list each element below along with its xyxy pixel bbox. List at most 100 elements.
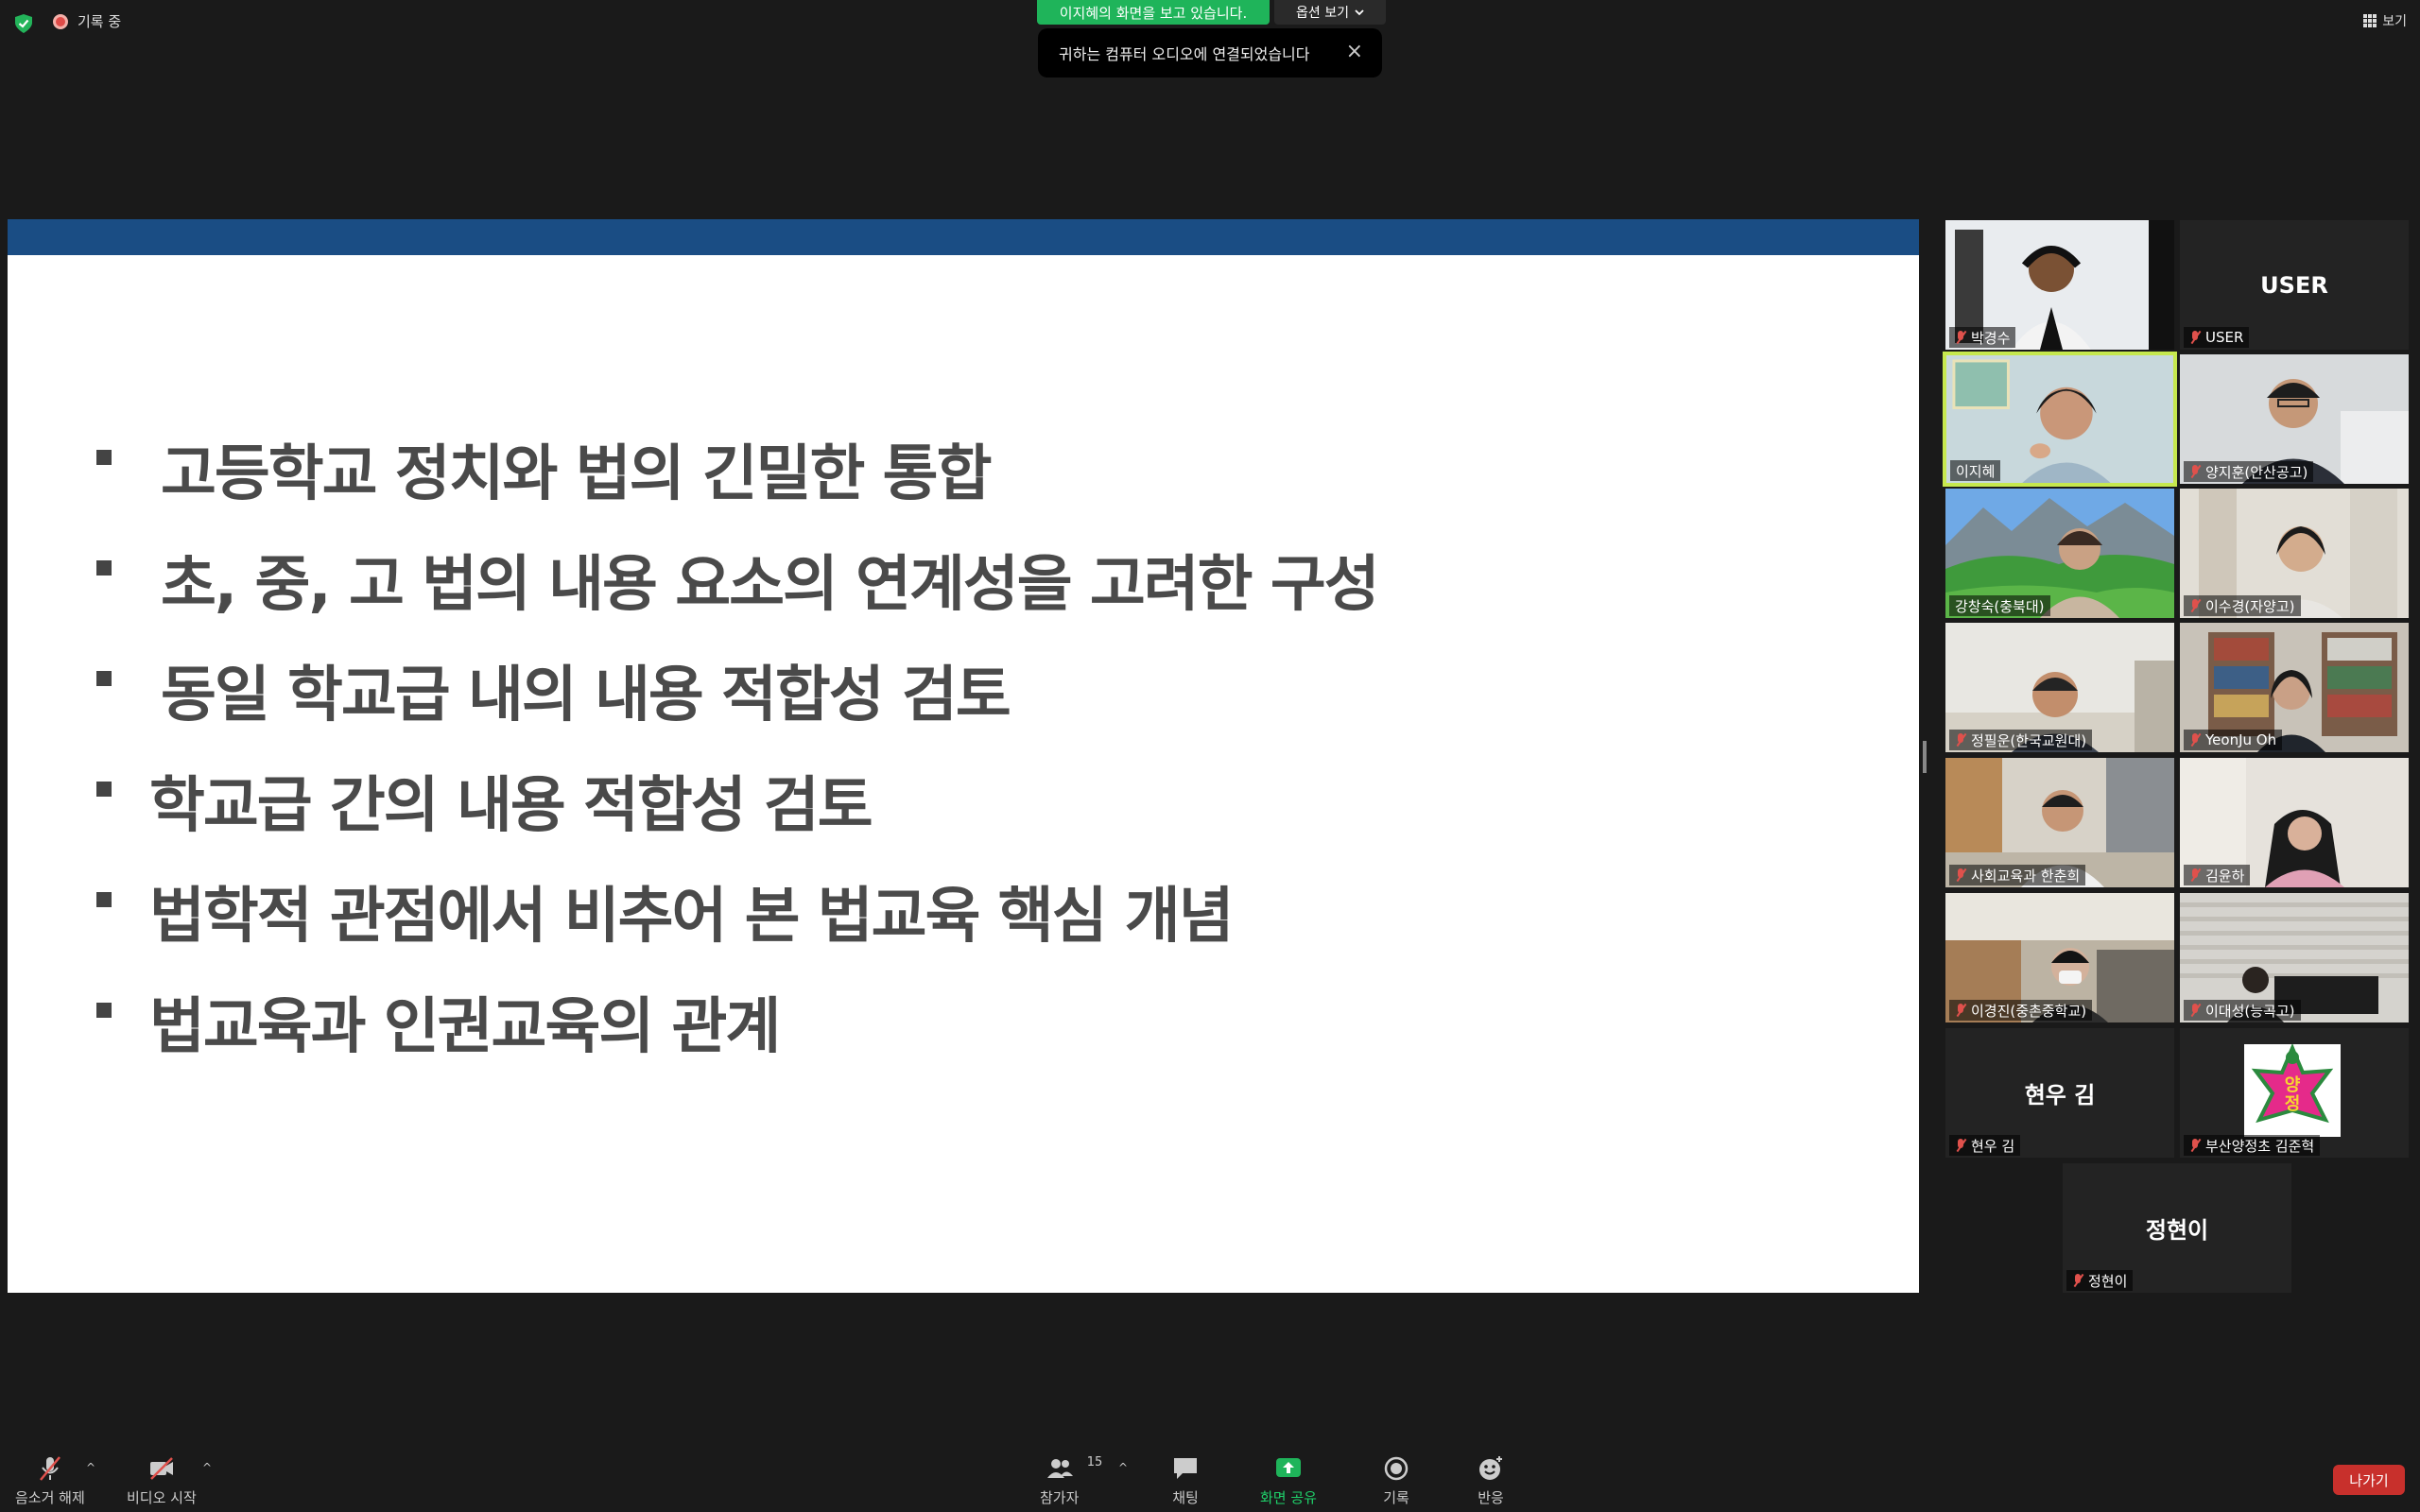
participant-tile[interactable]: 김윤하 xyxy=(2180,758,2409,887)
participant-tile[interactable]: YeonJu Oh xyxy=(2180,623,2409,752)
slide-bullet: 학교급 간의 내용 적합성 검토 xyxy=(85,757,1881,868)
bullet-text: 학교급 간의 내용 적합성 검토 xyxy=(149,771,873,841)
video-off-icon xyxy=(149,1457,173,1480)
participants-icon xyxy=(1046,1459,1073,1478)
participant-tile[interactable]: 현우 김 현우 김 xyxy=(1945,1028,2174,1158)
slide-bullet: 고등학교 정치와 법의 긴밀한 통합 xyxy=(85,425,1881,536)
participant-tile[interactable]: 정현이 정현이 xyxy=(2063,1163,2291,1293)
mic-muted-icon xyxy=(2189,598,2201,613)
slide-bullet: 법학적 관점에서 비추어 본 법교육 핵심 개념 xyxy=(85,868,1881,978)
viewing-share-banner: 이지혜의 화면을 보고 있습니다. xyxy=(1037,0,1270,25)
school-logo-icon: 양 정 xyxy=(2244,1044,2341,1137)
bullet-text: 초, 중, 고 법의 내용 요소의 연계성을 고려한 구성 xyxy=(161,550,1380,620)
participant-name-box: 현우 김 xyxy=(1949,1135,2021,1156)
participant-name: 현우 김 xyxy=(1971,1137,2015,1155)
bullet-square-icon xyxy=(96,560,112,576)
record-dot-icon xyxy=(53,13,68,29)
participant-name-box: 정필운(한국교원대) xyxy=(1949,730,2093,750)
participant-tile[interactable]: 이대성(능곡고) xyxy=(2180,893,2409,1022)
slide-bullet: 동일 학교급 내의 내용 적합성 검토 xyxy=(85,646,1881,757)
bullet-square-icon xyxy=(96,1003,112,1018)
participant-name-box: 이대성(능곡고) xyxy=(2184,1000,2301,1021)
chat-button[interactable]: 채팅 xyxy=(1171,1455,1200,1507)
participant-tile[interactable]: 박경수 xyxy=(1945,220,2174,350)
participant-tile[interactable]: USER USER xyxy=(2180,220,2409,350)
participant-tile[interactable]: 사회교육과 한춘희 xyxy=(1945,758,2174,887)
mic-muted-icon xyxy=(2189,1003,2201,1018)
participant-tile[interactable]: 강창숙(충북대) xyxy=(1945,489,2174,618)
bullet-square-icon xyxy=(96,892,112,907)
participant-tile[interactable]: 정필운(한국교원대) xyxy=(1945,623,2174,752)
video-options-caret-icon[interactable]: ^ xyxy=(202,1461,212,1474)
mic-muted-icon xyxy=(2189,732,2201,747)
panel-resize-handle[interactable] xyxy=(1923,741,1927,773)
participant-name-box: 이경진(중촌중학교) xyxy=(1949,1000,2093,1021)
slide-bullet: 초, 중, 고 법의 내용 요소의 연계성을 고려한 구성 xyxy=(85,536,1881,646)
reaction-emoji-icon xyxy=(1479,1456,1502,1480)
participant-name: YeonJu Oh xyxy=(2205,731,2277,748)
participants-options-caret-icon[interactable]: ^ xyxy=(1118,1461,1128,1474)
bullet-text: 동일 학교급 내의 내용 적합성 검토 xyxy=(161,661,1011,730)
participant-tile[interactable]: 양 정 부산양정초 김준혁 xyxy=(2180,1028,2409,1158)
unmute-label: 음소거 해제 xyxy=(15,1489,85,1506)
audio-options-caret-icon[interactable]: ^ xyxy=(86,1461,95,1474)
participants-button[interactable]: 15 참가자 xyxy=(1040,1455,1102,1507)
recording-indicator[interactable]: 기록 중 xyxy=(53,11,121,31)
participant-name: 양지훈(안산공고) xyxy=(2205,463,2308,481)
slide-bullet-list: 고등학교 정치와 법의 긴밀한 통합 초, 중, 고 법의 내용 요소의 연계성… xyxy=(85,425,1881,1089)
close-icon[interactable]: × xyxy=(1346,40,1363,63)
participant-name-box: YeonJu Oh xyxy=(2184,730,2283,750)
participant-name: 이지혜 xyxy=(1956,462,1996,480)
shared-screen: 고등학교 정치와 법의 긴밀한 통합 초, 중, 고 법의 내용 요소의 연계성… xyxy=(8,219,1919,1293)
grid-view-icon xyxy=(2363,14,2377,27)
participant-name-box: 사회교육과 한춘희 xyxy=(1949,865,2086,885)
bullet-text: 법학적 관점에서 비추어 본 법교육 핵심 개념 xyxy=(149,882,1235,952)
participant-name-box: USER xyxy=(2184,327,2250,348)
participant-name-box: 박경수 xyxy=(1949,327,2016,348)
slide-bullet: 법교육과 인권교육의 관계 xyxy=(85,978,1881,1089)
start-video-button[interactable]: 비디오 시작 xyxy=(127,1455,197,1507)
share-screen-icon xyxy=(1275,1458,1301,1477)
leave-meeting-button[interactable]: 나가기 xyxy=(2333,1465,2405,1495)
toast-message: 귀하는 컴퓨터 오디오에 연결되었습니다 xyxy=(1059,45,1310,63)
bullet-square-icon xyxy=(96,450,112,465)
participants-label: 참가자 xyxy=(1040,1489,1080,1506)
top-bar: 기록 중 이지혜의 화면을 보고 있습니다. 옵션 보기 귀하는 컴퓨터 오디오… xyxy=(0,0,2420,77)
svg-text:정: 정 xyxy=(2285,1094,2301,1114)
mic-muted-icon xyxy=(1955,330,1966,345)
mic-muted-icon xyxy=(2189,868,2201,883)
unmute-button[interactable]: 음소거 해제 xyxy=(15,1455,85,1507)
participant-name-box: 정현이 xyxy=(2066,1270,2134,1291)
bullet-text: 고등학교 정치와 법의 긴밀한 통합 xyxy=(161,439,992,509)
participant-name: 박경수 xyxy=(1971,329,2011,347)
slide-header-bar xyxy=(8,219,1919,255)
mic-muted-icon xyxy=(1955,1003,1966,1018)
view-options-button[interactable]: 옵션 보기 xyxy=(1274,0,1386,25)
mic-muted-icon xyxy=(2072,1273,2083,1288)
participant-name-box: 양지훈(안산공고) xyxy=(2184,461,2314,482)
participant-name: 사회교육과 한춘희 xyxy=(1971,867,2081,885)
reactions-label: 반응 xyxy=(1478,1489,1504,1506)
participant-tile[interactable]: 양지훈(안산공고) xyxy=(2180,354,2409,484)
share-screen-label: 화면 공유 xyxy=(1260,1489,1317,1506)
participant-tile[interactable]: 이수경(자양고) xyxy=(2180,489,2409,618)
view-layout-button[interactable]: 보기 xyxy=(2363,11,2407,30)
participant-name: 정현이 xyxy=(2088,1272,2128,1290)
reactions-button[interactable]: 반응 xyxy=(1477,1455,1505,1507)
participant-name-box: 이수경(자양고) xyxy=(2184,595,2301,616)
participant-name: 부산양정초 김준혁 xyxy=(2205,1137,2315,1155)
participant-name-box: 부산양정초 김준혁 xyxy=(2184,1135,2321,1156)
participant-name-box: 이지혜 xyxy=(1950,460,2001,481)
participant-name-box: 김윤하 xyxy=(2184,865,2251,885)
participant-tile[interactable]: 이경진(중촌중학교) xyxy=(1945,893,2174,1022)
record-button[interactable]: 기록 xyxy=(1382,1455,1410,1507)
participant-name: 정필운(한국교원대) xyxy=(1971,731,2087,749)
participant-tile-active-speaker[interactable]: 이지혜 xyxy=(1943,352,2177,487)
security-shield-icon[interactable] xyxy=(13,13,34,34)
chat-icon xyxy=(1174,1458,1197,1479)
share-screen-button[interactable]: 화면 공유 xyxy=(1260,1455,1317,1507)
mic-muted-icon xyxy=(1955,1138,1966,1153)
participant-name: 김윤하 xyxy=(2205,867,2245,885)
mic-muted-icon xyxy=(2189,464,2201,479)
participants-count: 15 xyxy=(1086,1455,1103,1469)
